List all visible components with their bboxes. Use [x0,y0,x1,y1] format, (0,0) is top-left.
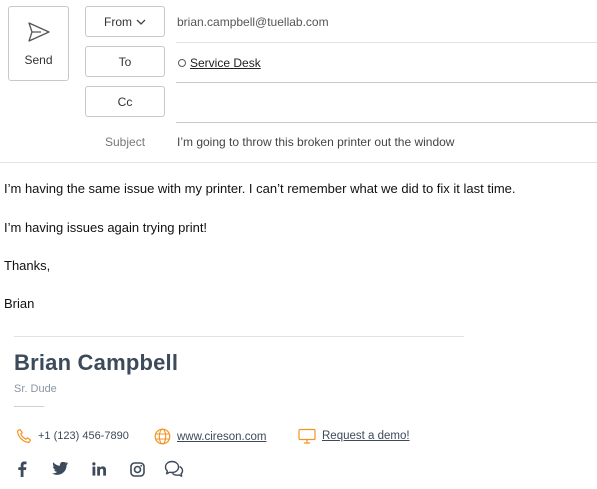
send-icon [28,22,50,42]
phone-number: +1 (123) 456-7890 [38,430,129,442]
signature-rule [14,406,44,407]
subject-label: Subject [105,135,146,149]
to-recipient-name: Service Desk [190,56,261,70]
to-button[interactable]: To [85,46,165,77]
send-label: Send [24,53,53,67]
website-link[interactable]: www.cireson.com [177,431,266,443]
cc-field[interactable] [176,122,597,123]
to-recipient-chip[interactable]: Service Desk [178,56,261,70]
chat-icon[interactable] [164,459,184,479]
subject-input[interactable]: I’m going to throw this broken printer o… [177,135,454,149]
facebook-icon[interactable] [12,459,32,479]
twitter-icon[interactable] [50,459,70,479]
globe-icon [154,428,171,445]
to-label: To [118,54,132,69]
signature-title: Sr. Dude [14,383,57,395]
body-line-3[interactable]: Thanks, [4,258,50,273]
from-address: brian.campbell@tuellab.com [177,15,329,29]
body-line-4[interactable]: Brian [4,296,34,311]
from-button[interactable]: From [85,6,165,37]
cc-button[interactable]: Cc [85,86,165,117]
body-line-2[interactable]: I’m having issues again trying print! [4,220,207,235]
signature-phone: +1 (123) 456-7890 [16,428,129,444]
signature-name: Brian Campbell [14,350,179,375]
signature-website[interactable]: www.cireson.com [154,428,266,445]
instagram-icon[interactable] [127,459,147,479]
presence-icon [178,59,186,67]
phone-icon [16,428,32,444]
monitor-icon [298,428,316,444]
body-line-1[interactable]: I’m having the same issue with my printe… [4,181,516,196]
signature-demo[interactable]: Request a demo! [298,428,410,444]
signature-divider [14,336,464,337]
send-button[interactable]: Send [8,6,69,81]
cc-label: Cc [117,94,133,109]
header-divider [0,162,597,163]
linkedin-icon[interactable] [89,459,109,479]
demo-link[interactable]: Request a demo! [322,430,410,442]
chevron-down-icon [136,19,146,25]
from-label: From [104,14,132,29]
to-field[interactable] [176,82,597,83]
from-divider [176,42,597,43]
